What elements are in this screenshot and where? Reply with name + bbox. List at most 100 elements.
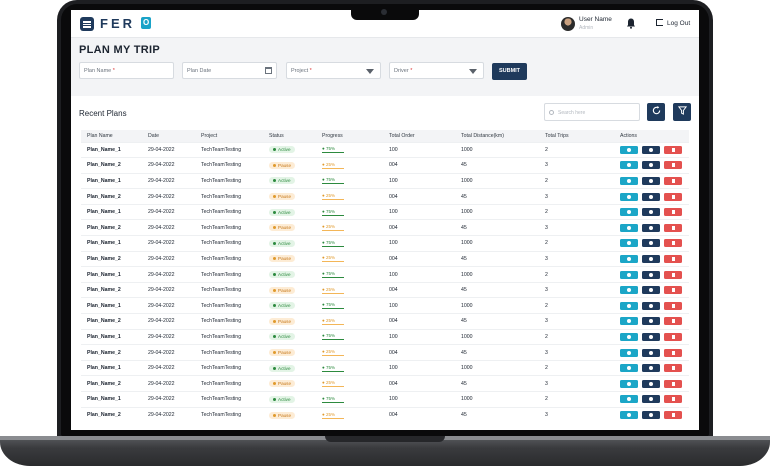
trash-icon[interactable] xyxy=(664,223,682,232)
eye-icon[interactable] xyxy=(642,161,660,170)
date-cell: 29-04-2022 xyxy=(142,141,195,158)
bell-icon[interactable] xyxy=(626,18,636,29)
eye-icon[interactable] xyxy=(642,192,660,201)
eye-icon[interactable] xyxy=(642,223,660,232)
eye-icon[interactable] xyxy=(642,379,660,388)
plan-name-cell[interactable]: Plan_Name_1 xyxy=(81,266,142,283)
info-icon[interactable] xyxy=(620,192,638,201)
trash-icon[interactable] xyxy=(664,254,682,263)
trash-icon[interactable] xyxy=(664,239,682,248)
trash-icon[interactable] xyxy=(664,208,682,217)
eye-icon[interactable] xyxy=(642,411,660,420)
info-icon[interactable] xyxy=(620,332,638,341)
info-icon[interactable] xyxy=(620,286,638,295)
table-row: Plan_Name_2 29-04-2022 TechTeamTesting Paus… xyxy=(81,281,689,298)
menu-icon[interactable] xyxy=(80,17,94,31)
eye-icon[interactable] xyxy=(642,364,660,373)
plan-name-field[interactable]: Plan Name * xyxy=(79,62,174,79)
total-distance-cell: 45 xyxy=(455,375,539,392)
trash-icon[interactable] xyxy=(664,192,682,201)
plan-name-cell[interactable]: Plan_Name_1 xyxy=(81,203,142,220)
total-order-cell: 004 xyxy=(383,157,455,174)
trash-icon[interactable] xyxy=(664,395,682,404)
status-badge: Active xyxy=(269,146,295,154)
col-total-order: Total Order xyxy=(383,130,455,142)
eye-icon[interactable] xyxy=(642,254,660,263)
total-order-cell: 004 xyxy=(383,406,455,423)
plan-name-cell[interactable]: Plan_Name_2 xyxy=(81,406,142,423)
driver-select[interactable]: Driver * xyxy=(389,62,484,79)
plan-name-cell[interactable]: Plan_Name_2 xyxy=(81,375,142,392)
info-icon[interactable] xyxy=(620,239,638,248)
plan-date-field[interactable]: Plan Date xyxy=(182,62,277,79)
trash-icon[interactable] xyxy=(664,301,682,310)
plan-name-cell[interactable]: Plan_Name_2 xyxy=(81,281,142,298)
plan-name-cell[interactable]: Plan_Name_1 xyxy=(81,328,142,345)
eye-icon[interactable] xyxy=(642,301,660,310)
progress-label: 25% xyxy=(325,380,335,386)
total-trips-cell: 3 xyxy=(539,313,614,330)
eye-icon[interactable] xyxy=(642,395,660,404)
progress-indicator: ● 75% xyxy=(322,302,344,310)
info-icon[interactable] xyxy=(620,254,638,263)
plan-name-cell[interactable]: Plan_Name_2 xyxy=(81,219,142,236)
plan-name-cell[interactable]: Plan_Name_2 xyxy=(81,250,142,267)
calendar-icon[interactable] xyxy=(265,67,272,74)
project-cell: TechTeamTesting xyxy=(195,359,263,376)
plan-name-cell[interactable]: Plan_Name_1 xyxy=(81,235,142,252)
trash-icon[interactable] xyxy=(664,161,682,170)
info-icon[interactable] xyxy=(620,348,638,357)
info-icon[interactable] xyxy=(620,208,638,217)
eye-icon[interactable] xyxy=(642,317,660,326)
info-icon[interactable] xyxy=(620,317,638,326)
info-icon[interactable] xyxy=(620,379,638,388)
info-icon[interactable] xyxy=(620,176,638,185)
project-cell: TechTeamTesting xyxy=(195,391,263,408)
eye-icon[interactable] xyxy=(642,348,660,357)
project-select[interactable]: Project * xyxy=(286,62,381,79)
plan-name-cell[interactable]: Plan_Name_2 xyxy=(81,188,142,205)
trash-icon[interactable] xyxy=(664,411,682,420)
trash-icon[interactable] xyxy=(664,332,682,341)
eye-icon[interactable] xyxy=(642,286,660,295)
plan-name-cell[interactable]: Plan_Name_1 xyxy=(81,391,142,408)
total-trips-cell: 2 xyxy=(539,297,614,314)
plan-name-cell[interactable]: Plan_Name_1 xyxy=(81,359,142,376)
trash-icon[interactable] xyxy=(664,286,682,295)
eye-icon[interactable] xyxy=(642,208,660,217)
trash-icon[interactable] xyxy=(664,145,682,154)
info-icon[interactable] xyxy=(620,364,638,373)
info-icon[interactable] xyxy=(620,145,638,154)
refresh-button[interactable] xyxy=(647,103,665,121)
plan-name-cell[interactable]: Plan_Name_2 xyxy=(81,313,142,330)
info-icon[interactable] xyxy=(620,395,638,404)
info-icon[interactable] xyxy=(620,270,638,279)
logout-button[interactable]: Log Out xyxy=(656,19,690,27)
trash-icon[interactable] xyxy=(664,348,682,357)
eye-icon[interactable] xyxy=(642,239,660,248)
plan-name-cell[interactable]: Plan_Name_1 xyxy=(81,141,142,158)
plan-name-cell[interactable]: Plan_Name_2 xyxy=(81,344,142,361)
info-icon[interactable] xyxy=(620,161,638,170)
avatar[interactable] xyxy=(561,17,575,31)
plan-name-cell[interactable]: Plan_Name_2 xyxy=(81,157,142,174)
info-icon[interactable] xyxy=(620,301,638,310)
trash-icon[interactable] xyxy=(664,317,682,326)
search-input[interactable]: Search here xyxy=(544,103,640,121)
status-dot-icon xyxy=(273,319,276,323)
trash-icon[interactable] xyxy=(664,270,682,279)
eye-icon[interactable] xyxy=(642,270,660,279)
filter-button[interactable] xyxy=(673,103,691,121)
plan-name-cell[interactable]: Plan_Name_1 xyxy=(81,172,142,189)
progress-indicator: ● 25% xyxy=(322,224,344,232)
eye-icon[interactable] xyxy=(642,176,660,185)
trash-icon[interactable] xyxy=(664,176,682,185)
trash-icon[interactable] xyxy=(664,364,682,373)
plan-name-cell[interactable]: Plan_Name_1 xyxy=(81,297,142,314)
submit-button[interactable]: SUBMIT xyxy=(492,63,527,80)
trash-icon[interactable] xyxy=(664,379,682,388)
eye-icon[interactable] xyxy=(642,145,660,154)
info-icon[interactable] xyxy=(620,411,638,420)
eye-icon[interactable] xyxy=(642,332,660,341)
info-icon[interactable] xyxy=(620,223,638,232)
